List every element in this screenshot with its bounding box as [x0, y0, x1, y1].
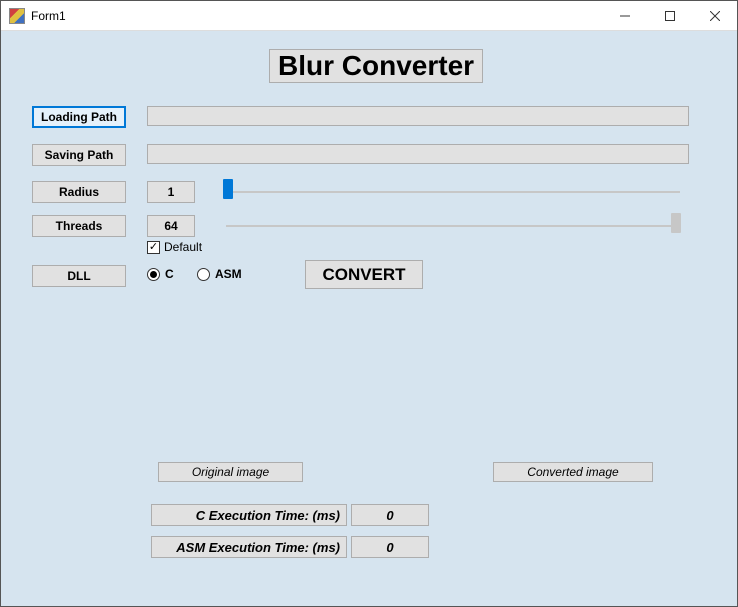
radius-slider-thumb[interactable]	[223, 179, 233, 199]
loading-path-button[interactable]: Loading Path	[32, 106, 126, 128]
titlebar: Form1	[1, 1, 737, 31]
threads-value: 64	[147, 215, 195, 237]
page-title: Blur Converter	[269, 49, 483, 83]
close-button[interactable]	[692, 1, 737, 30]
saving-path-input[interactable]	[147, 144, 689, 164]
radius-button[interactable]: Radius	[32, 181, 126, 203]
radius-value: 1	[147, 181, 195, 203]
window-title: Form1	[31, 9, 66, 23]
asm-exec-value: 0	[351, 536, 429, 558]
maximize-button[interactable]	[647, 1, 692, 30]
client-area: Blur Converter Loading Path Saving Path …	[1, 31, 737, 606]
default-checkbox[interactable]	[147, 241, 160, 254]
threads-slider-track[interactable]	[226, 225, 680, 227]
convert-button[interactable]: CONVERT	[305, 260, 423, 289]
radio-asm-row: ASM	[197, 267, 242, 281]
threads-button[interactable]: Threads	[32, 215, 126, 237]
loading-path-input[interactable]	[147, 106, 689, 126]
c-exec-label: C Execution Time: (ms)	[151, 504, 347, 526]
dll-button[interactable]: DLL	[32, 265, 126, 287]
radio-asm-label: ASM	[215, 267, 242, 281]
radio-c-label: C	[165, 267, 174, 281]
radius-slider-track[interactable]	[226, 191, 680, 193]
original-image-label: Original image	[158, 462, 303, 482]
radio-c-row: C	[147, 267, 174, 281]
default-checkbox-row: Default	[147, 240, 202, 254]
asm-exec-label: ASM Execution Time: (ms)	[151, 536, 347, 558]
minimize-button[interactable]	[602, 1, 647, 30]
radio-asm[interactable]	[197, 268, 210, 281]
saving-path-button[interactable]: Saving Path	[32, 144, 126, 166]
radio-c[interactable]	[147, 268, 160, 281]
window: Form1 Blur Converter Loading Path Saving…	[0, 0, 738, 607]
default-checkbox-label: Default	[164, 240, 202, 254]
app-icon	[9, 8, 25, 24]
threads-slider-thumb[interactable]	[671, 213, 681, 233]
converted-image-label: Converted image	[493, 462, 653, 482]
c-exec-value: 0	[351, 504, 429, 526]
